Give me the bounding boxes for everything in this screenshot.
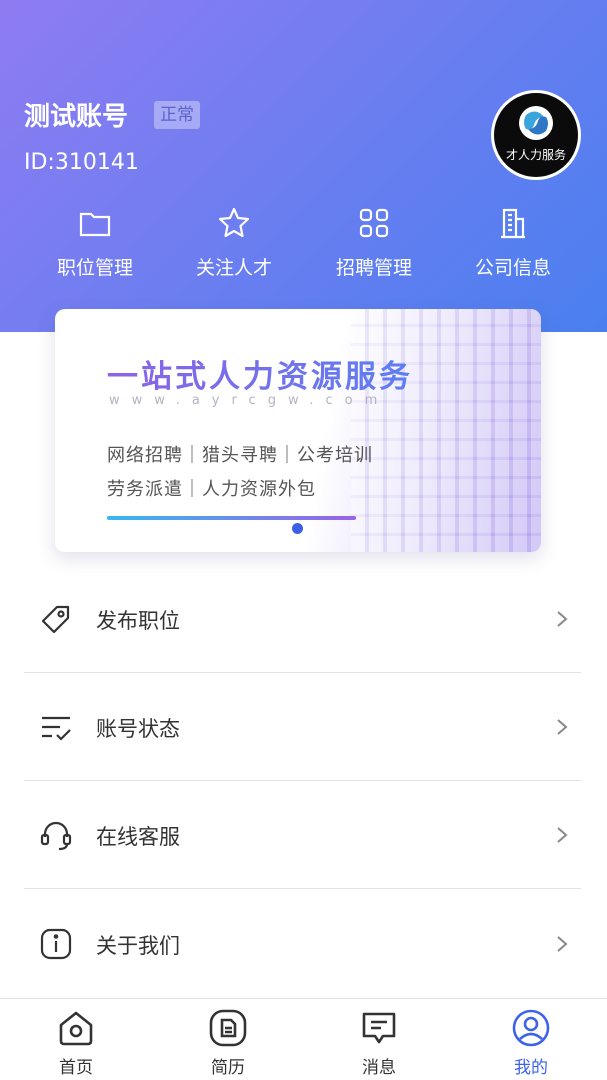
quick-action-job-management[interactable]: 职位管理 [25,205,165,280]
folder-icon [79,212,111,237]
promo-banner[interactable]: 一站式人力资源服务 www.ayrcgw.com 网络招聘｜猎头寻聘｜公考培训 … [55,309,541,552]
tab-messages[interactable]: 消息 [329,1007,429,1078]
banner-building-graphic [351,309,541,552]
banner-services-line-2: 劳务派遣｜人力资源外包 [107,479,316,500]
headset-icon [40,821,72,851]
bottom-tab-bar: 首页 简历 消息 我的 [0,998,607,1080]
user-name: 测试账号 [24,102,129,132]
quick-action-label: 公司信息 [474,257,551,279]
avatar[interactable]: 才人力服务 [491,90,581,180]
tab-label: 消息 [362,1058,396,1078]
tab-me[interactable]: 我的 [481,1007,581,1078]
checklist-icon [42,716,71,741]
quick-action-recruitment-management[interactable]: 招聘管理 [304,205,444,280]
menu-item-about-us[interactable]: 关于我们 [24,890,581,998]
message-icon [362,1012,396,1044]
menu-item-label: 在线客服 [96,825,180,849]
menu-item-account-status[interactable]: 账号状态 [24,673,581,781]
quick-action-company-info[interactable]: 公司信息 [443,205,583,280]
banner-decor-bar [107,516,356,520]
quick-action-label: 关注人才 [195,257,272,279]
menu-item-label: 发布职位 [96,609,180,633]
chevron-right-icon [557,611,568,627]
profile-header: 测试账号 正常 ID:310141 才人力服务 职位管理 关注人才 招聘管理 公… [0,0,607,332]
chevron-right-icon [557,719,568,735]
quick-action-followed-talent[interactable]: 关注人才 [164,205,304,280]
user-icon [512,1009,550,1047]
grid-icon [359,208,389,238]
info-icon [40,928,72,960]
star-icon [218,207,250,238]
user-id: ID:310141 [24,150,139,175]
avatar-text: 才人力服务 [505,148,566,162]
menu-item-label: 账号状态 [96,717,180,741]
banner-title: 一站式人力资源服务 [107,351,413,396]
resume-icon [209,1009,247,1047]
chevron-right-icon [557,827,568,843]
tab-home[interactable]: 首页 [26,1007,126,1078]
chevron-right-icon [557,936,568,952]
home-icon [59,1011,93,1046]
menu-item-online-support[interactable]: 在线客服 [24,781,581,889]
menu-item-label: 关于我们 [96,934,180,958]
banner-services-line-1: 网络招聘｜猎头寻聘｜公考培训 [107,445,373,466]
tab-label: 我的 [514,1058,548,1078]
menu-item-post-job[interactable]: 发布职位 [24,565,581,673]
banner-indicator-dot[interactable] [292,523,303,534]
quick-action-label: 职位管理 [56,257,133,279]
tag-icon [41,605,70,634]
tab-label: 简历 [211,1058,245,1078]
tab-resume[interactable]: 简历 [178,1007,278,1078]
building-icon [501,208,525,239]
status-badge: 正常 [154,101,200,129]
quick-action-label: 招聘管理 [335,257,412,279]
tab-label: 首页 [59,1058,93,1078]
banner-url: www.ayrcgw.com [109,393,390,408]
avatar-logo-icon [519,106,553,140]
